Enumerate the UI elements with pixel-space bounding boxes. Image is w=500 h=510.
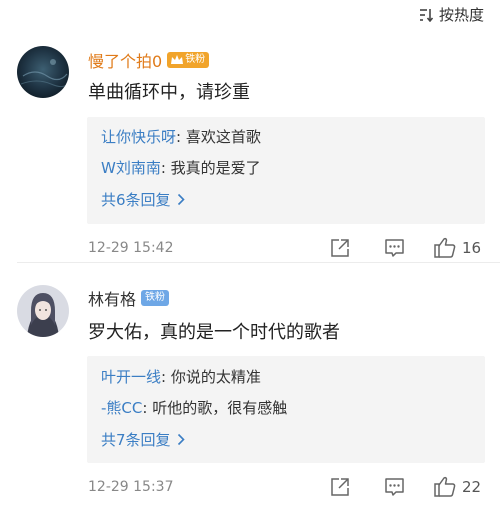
reply-text: : 听他的歌，很有感触 [142,399,288,417]
like-count: 16 [462,238,482,257]
crown-icon [171,55,184,64]
like-button[interactable]: 16 [434,237,481,258]
badge-label: 铁粉 [185,54,206,65]
reply-text: : 你说的太精准 [161,368,261,386]
timestamp: 12-29 15:37 [88,479,174,495]
comment-button[interactable] [384,477,405,497]
chevron-right-icon [177,193,185,206]
reply-item: 叶开一线: 你说的太精准 [101,366,261,387]
reply-item: 让你快乐呀: 喜欢这首歌 [101,126,261,147]
more-replies-label: 共7条回复 [101,431,171,449]
fan-badge: 铁粉 [167,52,210,68]
timestamp: 12-29 15:42 [88,240,174,256]
comment-text: 罗大佑，真的是一个时代的歌者 [88,322,340,343]
share-button[interactable] [330,238,350,258]
comment-text: 单曲循环中，请珍重 [88,82,250,103]
sort-by-hot-button[interactable]: 按热度 [419,4,484,25]
badge-label: 铁粉 [145,292,166,303]
avatar[interactable] [17,46,69,98]
share-icon [331,478,349,496]
reply-item: -熊CC: 听他的歌，很有感触 [101,397,287,418]
reply-username[interactable]: -熊CC [101,399,142,417]
sort-bar: 按热度 [0,0,500,28]
share-icon [331,239,349,257]
share-button[interactable] [330,477,350,497]
chevron-right-icon [177,433,185,446]
avatar-image [17,285,69,337]
reply-username[interactable]: 让你快乐呀 [101,128,176,146]
divider [17,262,500,263]
reply-item: W刘南南: 我真的是爱了 [101,157,261,178]
thumbs-up-icon [434,237,456,258]
reply-username[interactable]: W刘南南 [101,159,161,177]
comment-icon [385,239,404,257]
avatar-image [17,46,69,98]
reply-text: : 喜欢这首歌 [176,128,261,146]
username[interactable]: 林有格 [88,286,136,310]
sort-label: 按热度 [438,6,484,24]
username-row: 林有格 铁粉 [88,286,170,310]
view-all-replies-link[interactable]: 共6条回复 [101,189,185,210]
thumbs-up-icon [434,476,456,497]
username[interactable]: 慢了个拍0 [88,48,162,72]
comment-icon [385,478,404,496]
username-row: 慢了个拍0 铁粉 [88,48,210,72]
like-count: 22 [462,477,482,496]
reply-preview-box[interactable]: 叶开一线: 你说的太精准 -熊CC: 听他的歌，很有感触 共7条回复 [87,356,485,463]
comment-button[interactable] [384,238,405,258]
more-replies-label: 共6条回复 [101,191,171,209]
reply-preview-box[interactable]: 让你快乐呀: 喜欢这首歌 W刘南南: 我真的是爱了 共6条回复 [87,117,485,224]
view-all-replies-link[interactable]: 共7条回复 [101,429,185,450]
sort-icon [419,8,434,22]
reply-text: : 我真的是爱了 [160,159,261,177]
like-button[interactable]: 22 [434,476,481,497]
reply-username[interactable]: 叶开一线 [101,368,161,386]
fan-badge: 铁粉 [141,290,170,306]
avatar[interactable] [17,285,69,337]
